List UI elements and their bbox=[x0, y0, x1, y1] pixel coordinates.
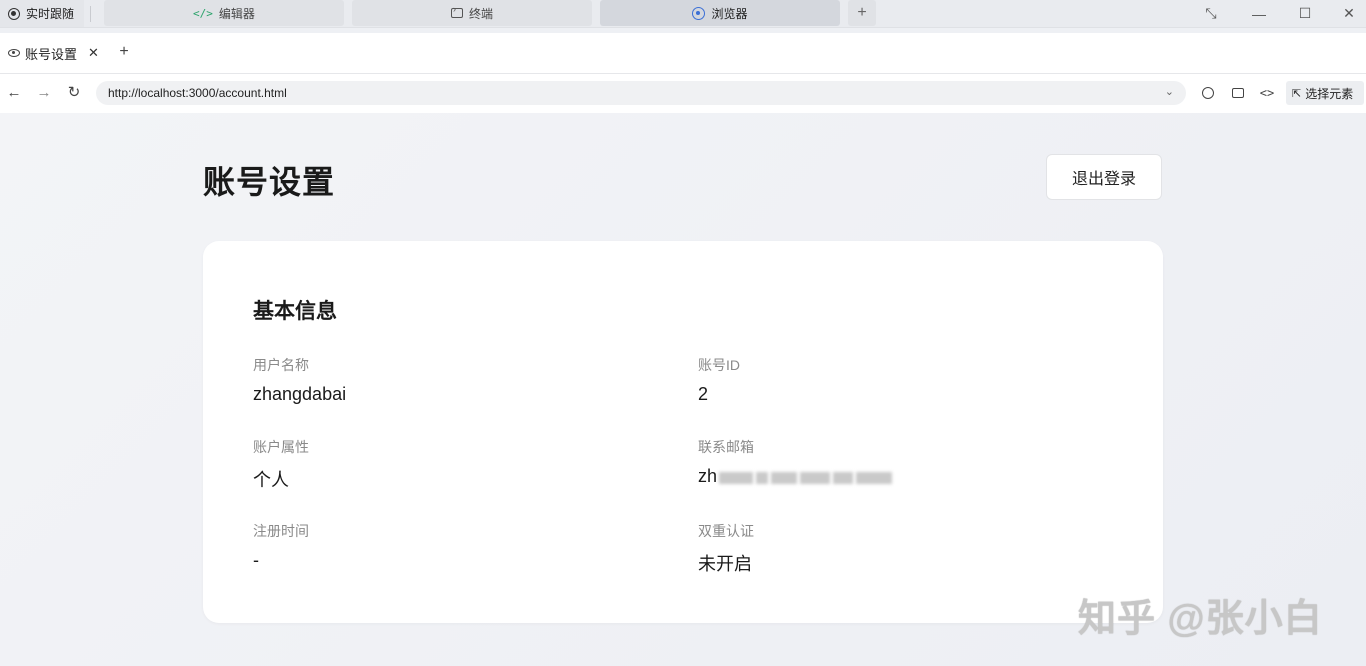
cursor-icon: ⇱ bbox=[1292, 87, 1302, 100]
page-title: 账号设置 bbox=[203, 164, 336, 200]
email-visible-part: zh bbox=[698, 466, 718, 486]
url-text: http://localhost:3000/account.html bbox=[108, 86, 287, 100]
section-title: 基本信息 bbox=[253, 300, 337, 323]
account-type-value: 个人 bbox=[253, 470, 289, 490]
browser-tab-title: 账号设置 bbox=[25, 46, 78, 62]
redacted-blur bbox=[719, 467, 895, 488]
watermark: 知乎 @张小白 bbox=[1078, 598, 1323, 640]
target-icon bbox=[8, 7, 20, 20]
new-tab-button[interactable]: + bbox=[116, 43, 132, 63]
tab-browser-label: 浏览器 bbox=[711, 6, 748, 21]
tab-terminal-label: 终端 bbox=[468, 6, 493, 21]
page-content: 账号设置 退出登录 基本信息 用户名称 zhangdabai 账号ID 2 账户… bbox=[0, 113, 1366, 666]
username-label: 用户名称 bbox=[253, 357, 309, 373]
url-input[interactable]: http://localhost:3000/account.html ⌄ bbox=[96, 81, 1186, 105]
compass-icon bbox=[692, 6, 706, 20]
tab-editor-label: 编辑器 bbox=[218, 6, 255, 21]
add-tab-button[interactable]: + bbox=[848, 0, 876, 26]
pick-element-label: 选择元素 bbox=[1305, 86, 1354, 101]
forward-arrow-icon[interactable]: → bbox=[34, 82, 54, 104]
device-icon[interactable] bbox=[1227, 82, 1249, 104]
account-type-label: 账户属性 bbox=[253, 439, 309, 455]
follow-label: 实时跟随 bbox=[26, 7, 75, 21]
minimize-button[interactable]: — bbox=[1236, 0, 1282, 27]
code-view-icon[interactable]: <> bbox=[1256, 82, 1278, 104]
compass-tool-icon[interactable] bbox=[1197, 82, 1219, 104]
follow-toggle[interactable]: 实时跟随 bbox=[0, 0, 85, 27]
collapse-icon[interactable]: ⤡ bbox=[1188, 0, 1234, 27]
two-factor-label: 双重认证 bbox=[698, 523, 754, 539]
chevron-down-icon[interactable]: ⌄ bbox=[1165, 85, 1174, 98]
register-time-label: 注册时间 bbox=[253, 523, 309, 539]
code-icon: </> bbox=[193, 6, 213, 20]
reload-icon[interactable]: ↻ bbox=[64, 82, 84, 104]
tab-browser[interactable]: 浏览器 bbox=[600, 0, 840, 26]
basic-info-card: 基本信息 用户名称 zhangdabai 账号ID 2 账户属性 个人 联系邮箱… bbox=[203, 241, 1163, 623]
navigation-bar: ← → ↻ http://localhost:3000/account.html… bbox=[0, 74, 1366, 113]
close-window-button[interactable]: ✕ bbox=[1326, 0, 1366, 27]
browser-tab-strip: 账号设置 ✕ + bbox=[0, 33, 1366, 74]
two-factor-value: 未开启 bbox=[698, 554, 752, 574]
divider bbox=[90, 5, 92, 22]
email-label: 联系邮箱 bbox=[698, 439, 754, 455]
account-id-value: 2 bbox=[698, 384, 709, 404]
tab-editor[interactable]: </> 编辑器 bbox=[104, 0, 344, 26]
tab-terminal[interactable]: 终端 bbox=[352, 0, 592, 26]
logout-button[interactable]: 退出登录 bbox=[1046, 154, 1162, 200]
account-id-label: 账号ID bbox=[698, 357, 740, 373]
terminal-icon bbox=[450, 4, 463, 18]
email-value: zh bbox=[698, 466, 895, 488]
maximize-button[interactable]: ☐ bbox=[1282, 0, 1328, 27]
browser-tab-account[interactable]: 账号设置 ✕ bbox=[0, 33, 104, 73]
eye-icon bbox=[8, 49, 20, 57]
register-time-value: - bbox=[253, 550, 259, 570]
username-value: zhangdabai bbox=[253, 384, 347, 404]
pick-element-button[interactable]: ⇱ 选择元素 bbox=[1286, 81, 1364, 105]
back-arrow-icon[interactable]: ← bbox=[4, 82, 24, 104]
tab-close-icon[interactable]: ✕ bbox=[88, 45, 99, 61]
